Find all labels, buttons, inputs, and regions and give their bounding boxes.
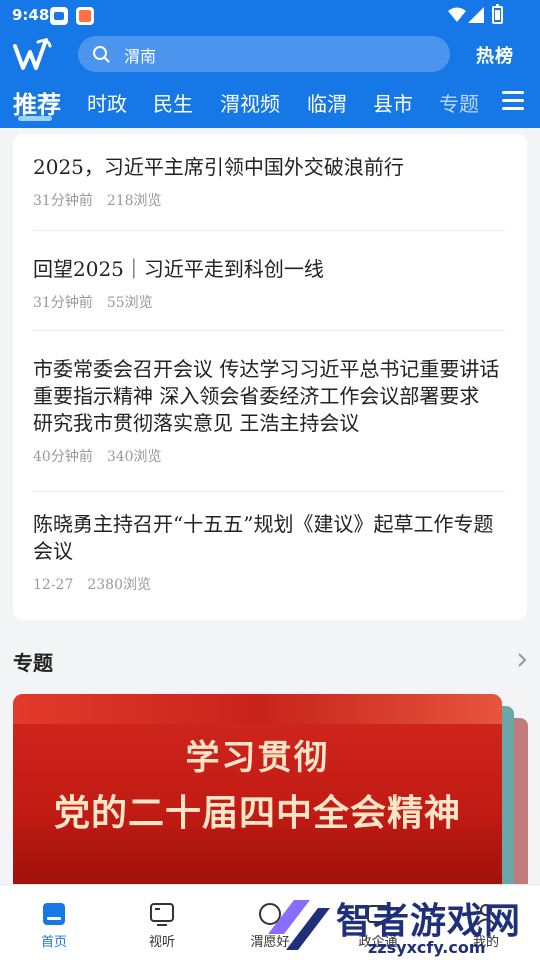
news-title: 陈晓勇主持召开“十五五”规划《建议》起草工作专题会议 [33,512,494,563]
news-meta: 40分钟前 340浏览 [33,446,505,466]
tab-counties[interactable]: 县市 [373,88,413,117]
watermark-site: zzsyxcfy.com [368,938,486,957]
chevron-right-icon[interactable] [517,652,527,668]
topic-banner[interactable]: 学习贯彻 党的二十届四中全会精神 [13,694,502,894]
divider [33,491,505,492]
search-placeholder: 渭南 [124,47,157,66]
list-item[interactable]: 2025，习近平主席引领中国外交破浪前行 31分钟前 218浏览 [33,154,505,210]
news-time: 12-27 [33,577,74,593]
tab-topics[interactable]: 专题 [439,88,479,117]
list-item[interactable]: 回望2025｜习近平走到科创一线 31分钟前 55浏览 [33,256,505,312]
news-views: 218浏览 [106,193,162,209]
notification-app-icon [76,7,94,25]
tv-icon [150,903,174,926]
home-icon [43,903,65,925]
news-list: 2025，习近平主席引领中国外交破浪前行 31分钟前 218浏览 回望2025｜习… [13,134,527,620]
notification-app-icon [50,7,68,25]
news-views: 2380浏览 [87,577,151,593]
list-item[interactable]: 市委常委会召开会议 传达学习习近平总书记重要讲话重要指示精神 深入领会省委经济工… [33,356,505,466]
active-tab-indicator [18,116,52,121]
tab-recommend[interactable]: 推荐 [13,85,61,120]
status-bar: 9:48 [0,0,540,32]
news-title: 市委常委会召开会议 传达学习习近平总书记重要讲话重要指示精神 深入领会省委经济工… [33,357,500,435]
news-title: 2025，习近平主席引领中国外交破浪前行 [33,155,404,179]
search-bar[interactable]: 渭南 [78,36,450,72]
banner-ribbon [13,694,502,724]
wifi-icon [448,7,466,22]
app-header: 9:48 渭南 热榜 推荐 时政 民生 渭视频 临渭 县市 专题 [0,0,540,128]
hot-list-button[interactable]: 热榜 [476,42,514,68]
divider [33,230,505,231]
news-meta: 12-27 2380浏览 [33,574,505,594]
nav-label: 首页 [40,935,67,950]
weinan-logo-icon[interactable] [12,36,52,72]
nav-media[interactable]: 视听 [108,885,216,960]
news-views: 340浏览 [106,449,162,465]
tab-politics[interactable]: 时政 [87,88,127,117]
channel-menu-icon[interactable] [502,90,524,112]
tab-linwei[interactable]: 临渭 [307,88,347,117]
channel-tabs: 推荐 时政 民生 渭视频 临渭 县市 专题 [0,80,540,124]
section-title: 专题 [13,651,53,675]
search-icon [93,46,110,63]
news-time: 40分钟前 [33,449,93,465]
nav-home[interactable]: 首页 [0,885,108,960]
battery-icon [492,4,503,24]
news-time: 31分钟前 [33,193,93,209]
news-title: 回望2025｜习近平走到科创一线 [33,257,324,281]
watermark: 智者游戏网 zzsyxcfy.com [258,890,540,960]
nav-label: 视听 [148,935,175,950]
tab-video[interactable]: 渭视频 [220,88,280,117]
news-time: 31分钟前 [33,295,93,311]
banner-line-2: 党的二十届四中全会精神 [53,793,461,834]
watermark-title: 智者游戏网 [336,901,522,942]
watermark-logo-icon [268,900,330,950]
list-item[interactable]: 陈晓勇主持召开“十五五”规划《建议》起草工作专题会议 12-27 2380浏览 [33,511,505,594]
divider [33,330,505,331]
signal-icon [468,7,484,23]
news-meta: 31分钟前 55浏览 [33,292,505,312]
tab-livelihood[interactable]: 民生 [153,88,193,117]
status-time: 9:48 [12,6,50,24]
news-meta: 31分钟前 218浏览 [33,190,505,210]
banner-line-1: 学习贯彻 [185,738,330,778]
news-views: 55浏览 [106,295,153,311]
